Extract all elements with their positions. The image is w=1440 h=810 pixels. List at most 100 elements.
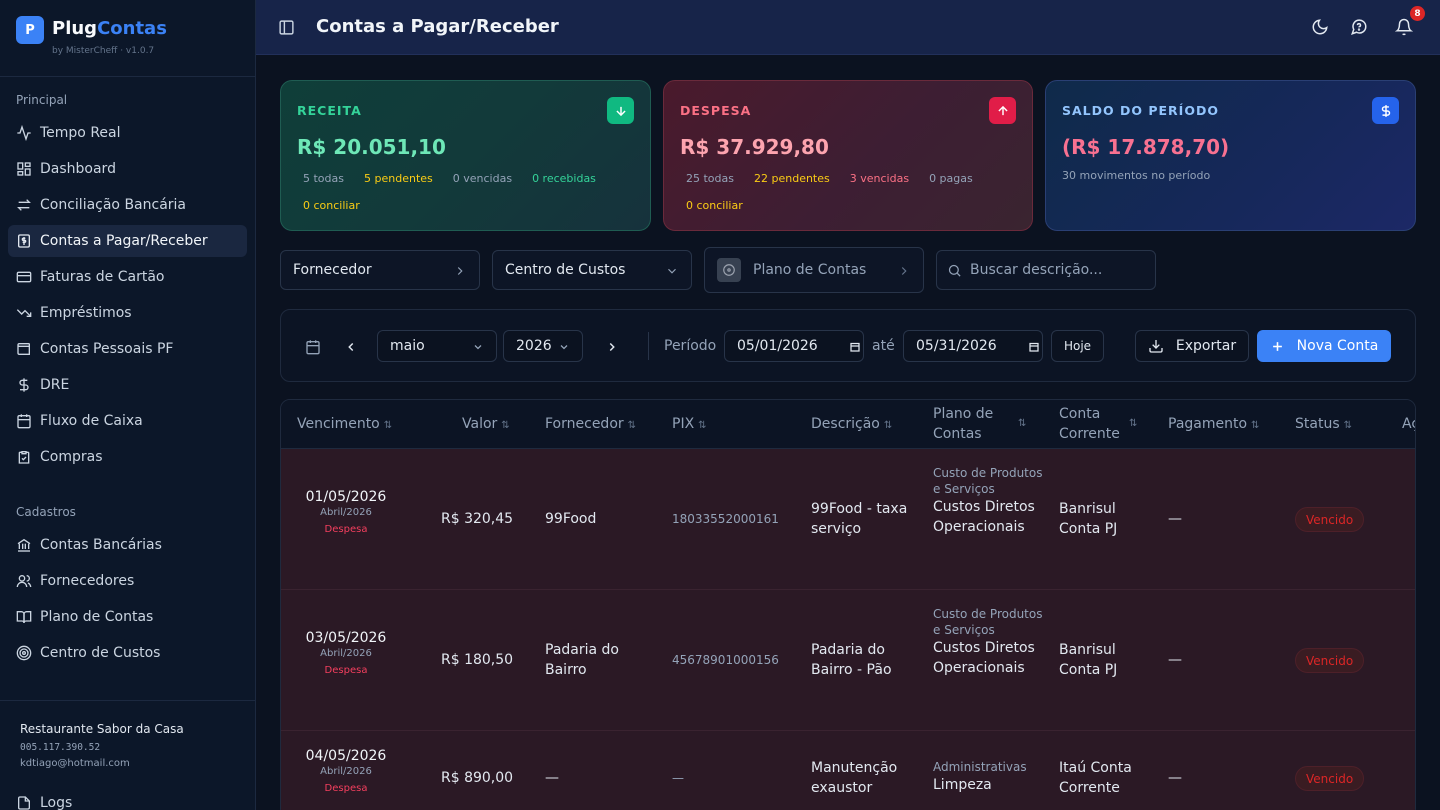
sort-icon[interactable]: ⇅ — [1129, 418, 1137, 429]
arrows-swap-icon — [17, 199, 31, 211]
sidebar-item-logs[interactable]: Logs — [8, 787, 247, 810]
sidebar-toggle-icon[interactable] — [278, 19, 295, 36]
th-pagamento[interactable]: Pagamento ⇅ — [1168, 414, 1259, 436]
sidebar-item-emprestimos[interactable]: Empréstimos — [8, 297, 247, 329]
sidebar-item-contas-bancarias[interactable]: Contas Bancárias — [8, 529, 247, 561]
th-valor[interactable]: Valor ⇅ — [462, 414, 510, 436]
company-email: kdtiago@hotmail.com — [20, 758, 130, 769]
search-input[interactable]: Buscar descrição... — [970, 262, 1102, 278]
toolbar-divider — [648, 332, 649, 360]
end-date-value: 05/31/2026 — [916, 338, 997, 354]
sidebar-item-contas-pessoais[interactable]: Contas Pessoais PF — [8, 333, 247, 365]
chip-vencidas[interactable]: 0 vencidas — [447, 169, 518, 188]
chevron-left-icon[interactable] — [344, 340, 358, 354]
sidebar-item-tempo-real[interactable]: Tempo Real — [8, 117, 247, 149]
th-descricao[interactable]: Descrição ⇅ — [811, 414, 892, 436]
chip-pendentes[interactable]: 5 pendentes — [358, 169, 439, 188]
receita-card[interactable]: RECEITA R$ 20.051,10 5 todas 5 pendentes… — [280, 80, 651, 231]
th-label: Ações — [1402, 416, 1415, 432]
users-icon — [16, 575, 32, 588]
page-title: Contas a Pagar/Receber — [316, 16, 559, 37]
chip-vencidas[interactable]: 3 vencidas — [844, 169, 915, 188]
chip-pendentes[interactable]: 22 pendentes — [748, 169, 836, 188]
chip-todas[interactable]: 5 todas — [297, 169, 350, 188]
sidebar-item-conciliacao[interactable]: Conciliação Bancária — [8, 189, 247, 221]
th-label: Fornecedor — [545, 416, 624, 432]
sidebar-item-label: Contas Pessoais PF — [40, 341, 174, 357]
chevron-right-icon[interactable] — [605, 340, 619, 354]
receita-chips: 5 todas 5 pendentes 0 vencidas 0 recebid… — [297, 169, 638, 223]
moon-icon[interactable] — [1311, 18, 1329, 36]
ate-label: até — [872, 338, 895, 354]
chip-todas[interactable]: 25 todas — [680, 169, 740, 188]
conta-cell: Banrisul Conta PJ — [1059, 642, 1118, 678]
sidebar-item-plano-contas[interactable]: Plano de Contas — [8, 601, 247, 633]
th-fornecedor[interactable]: Fornecedor ⇅ — [545, 414, 636, 436]
bell-icon[interactable] — [1395, 18, 1413, 36]
sidebar-item-faturas-cartao[interactable]: Faturas de Cartão — [8, 261, 247, 293]
saldo-card: SALDO DO PERÍODO (R$ 17.878,70) 30 movim… — [1045, 80, 1416, 231]
sidebar-item-centro-custos[interactable]: Centro de Custos — [8, 637, 247, 669]
chip-conciliar[interactable]: 0 conciliar — [680, 196, 749, 215]
sidebar-item-fornecedores[interactable]: Fornecedores — [8, 565, 247, 597]
chip-recebidas[interactable]: 0 recebidas — [526, 169, 602, 188]
competence-month: Abril/2026 — [320, 766, 372, 777]
plano-subcategory: Limpeza — [933, 777, 992, 793]
th-plano-contas[interactable]: Plano de Contas — [933, 404, 1008, 444]
sidebar-item-contas-pagar-receber[interactable]: Contas a Pagar/Receber — [8, 225, 247, 257]
th-vencimento[interactable]: Vencimento ⇅ — [297, 414, 392, 436]
table-row[interactable]: 04/05/2026 Abril/2026 Despesa R$ 890,00 … — [281, 731, 1415, 810]
year-select[interactable]: 2026 — [503, 330, 583, 362]
th-pix[interactable]: PIX ⇅ — [672, 414, 707, 436]
sidebar-item-label: Faturas de Cartão — [40, 269, 165, 285]
th-status[interactable]: Status ⇅ — [1295, 414, 1352, 436]
brand-version: by MisterCheff · v1.0.7 — [52, 46, 155, 56]
end-date-input[interactable]: 05/31/2026 — [903, 330, 1043, 362]
search-icon — [948, 264, 961, 277]
plano-contas-filter[interactable]: Plano de Contas — [704, 247, 924, 293]
search-box[interactable]: Buscar descrição... — [936, 250, 1156, 290]
help-chat-icon[interactable] — [1350, 18, 1368, 36]
sort-icon: ⇅ — [627, 420, 637, 431]
sidebar-item-fluxo-caixa[interactable]: Fluxo de Caixa — [8, 405, 247, 437]
dollar-icon — [19, 378, 29, 392]
competence-month: Abril/2026 — [320, 507, 372, 518]
download-icon — [1149, 340, 1163, 353]
pix-cell: — — [672, 771, 684, 785]
hoje-button[interactable]: Hoje — [1051, 330, 1104, 362]
fornecedor-filter[interactable]: Fornecedor — [280, 250, 480, 290]
entry-type: Despesa — [324, 783, 368, 794]
plano-cell: Administrativas Limpeza — [933, 759, 1053, 795]
table-row[interactable]: 01/05/2026 Abril/2026 Despesa R$ 320,45 … — [281, 449, 1415, 590]
start-date-input[interactable]: 05/01/2026 — [724, 330, 864, 362]
sidebar-item-label: Plano de Contas — [40, 609, 154, 625]
nova-conta-button[interactable]: Nova Conta — [1257, 330, 1391, 362]
sidebar-item-compras[interactable]: Compras — [8, 441, 247, 473]
th-conta-corrente[interactable]: Conta Corrente — [1059, 404, 1129, 444]
sidebar-item-dre[interactable]: DRE — [8, 369, 247, 401]
descricao-cell: 99Food - taxa serviço — [811, 501, 908, 537]
trending-down-icon — [16, 309, 32, 317]
sort-icon: ⇅ — [1251, 420, 1260, 431]
sidebar-item-label: Contas Bancárias — [40, 537, 162, 553]
month-select[interactable]: maio — [377, 330, 497, 362]
status-badge: Vencido — [1295, 648, 1365, 673]
exportar-button[interactable]: Exportar — [1135, 330, 1249, 362]
despesa-card[interactable]: DESPESA R$ 37.929,80 25 todas 22 pendent… — [663, 80, 1033, 231]
book-icon — [16, 611, 32, 624]
calendar-picker-icon — [850, 342, 860, 352]
chip-pagas[interactable]: 0 pagas — [923, 169, 979, 188]
sort-icon[interactable]: ⇅ — [1018, 418, 1026, 429]
plano-icon — [717, 258, 741, 282]
company-cnpj: 005.117.390.52 — [20, 742, 101, 753]
centro-custos-filter-label: Centro de Custos — [505, 262, 626, 278]
chevron-right-icon — [901, 267, 907, 275]
chip-conciliar[interactable]: 0 conciliar — [297, 196, 366, 215]
sidebar-item-dashboard[interactable]: Dashboard — [8, 153, 247, 185]
table-row[interactable]: 03/05/2026 Abril/2026 Despesa R$ 180,50 … — [281, 590, 1415, 731]
th-label: Valor — [462, 416, 498, 432]
th-acoes: Ações — [1402, 414, 1415, 434]
despesa-value: R$ 37.929,80 — [680, 135, 829, 159]
calendar-icon — [17, 414, 31, 429]
centro-custos-filter[interactable]: Centro de Custos — [492, 250, 692, 290]
